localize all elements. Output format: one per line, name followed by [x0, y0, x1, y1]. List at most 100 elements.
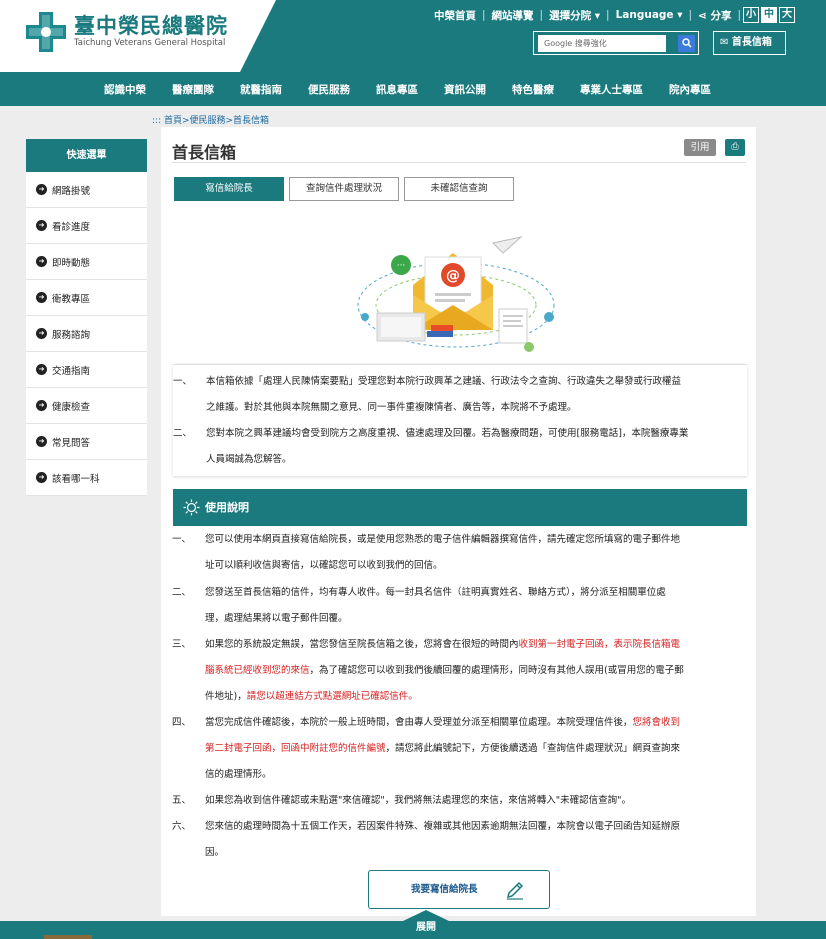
logo-name-zh: 臺中榮民總醫院 — [74, 14, 228, 38]
tab-write-to-director[interactable]: 寫信給院長 — [174, 177, 284, 201]
sidebar-title: 快速選單 — [26, 139, 147, 172]
site-search: Google 搜尋強化 — [533, 31, 699, 55]
tab-query-status[interactable]: 查詢信件處理狀況 — [289, 177, 399, 201]
usage-text: 您可以使用本網頁直接寫信給院長，或是使用您熟悉的電子信件編輯器撰寫信件，請先確定… — [205, 534, 681, 545]
search-button[interactable] — [678, 35, 695, 52]
sidebar-item-clinic-progress[interactable]: ➜ 看診進度 — [26, 208, 147, 244]
usage-text: 因。 — [205, 847, 225, 858]
nav-item[interactable]: 醫療團隊 — [172, 82, 214, 97]
pencil-icon — [506, 881, 524, 900]
usage-highlight: 腦系統已經收到您的來信 — [205, 665, 310, 676]
link-sitemap[interactable]: 網站導覽 — [486, 8, 540, 23]
usage-section-header: 使用說明 — [173, 489, 747, 526]
director-mailbox-button[interactable]: ✉ 首長信箱 — [713, 31, 786, 55]
svg-text:@: @ — [446, 268, 460, 284]
sidebar-item-online-registration[interactable]: ➜ 網路掛號 — [26, 172, 147, 208]
svg-text:···: ··· — [397, 261, 406, 271]
cite-button[interactable]: 引用 — [684, 139, 716, 156]
search-icon — [681, 38, 692, 48]
site-header: 臺中榮民總醫院 Taichung Veterans General Hospit… — [0, 0, 826, 72]
notice-text: 之維護。對於其他與本院無關之意見、同一事件重複陳情者、廣告等，本院將不予處理。 — [206, 402, 577, 413]
select-branch-dropdown[interactable]: 選擇分院 ▾ — [543, 8, 606, 23]
notice-text: 人員竭誠為您解答。 — [206, 454, 292, 465]
sidebar-item-live-status[interactable]: ➜ 即時動態 — [26, 244, 147, 280]
logo-emblem-icon — [26, 12, 66, 52]
usage-text: ，請您將此編號記下，方便後續透過「查詢信件處理狀況」網頁查詢來 — [385, 743, 681, 754]
usage-text: 當您完成信件確認後，本院於一般上班時間，會由專人受理並分派至相關單位處理。本院受… — [205, 717, 633, 728]
usage-number: 三、 — [172, 639, 192, 650]
write-to-director-button[interactable]: 我要寫信給院長 — [368, 870, 550, 909]
share-button[interactable]: ⋖ 分享 — [692, 8, 737, 23]
arrow-circle-icon: ➜ — [36, 364, 47, 375]
logo-name-en: Taichung Veterans General Hospital — [74, 38, 226, 48]
arrow-circle-icon: ➜ — [36, 436, 47, 447]
usage-text: 理，處理結果將以電子郵件回覆。 — [205, 613, 348, 624]
usage-number: 二、 — [172, 587, 192, 598]
font-size-large[interactable]: 大 — [779, 7, 796, 23]
sidebar-item-which-department[interactable]: ➜ 該看哪一科 — [26, 460, 147, 496]
sidebar-item-faq[interactable]: ➜ 常見問答 — [26, 424, 147, 460]
notice-box: 一、 本信箱依據「處理人民陳情案要點」受理您對本院行政興革之建議、行政法令之查詢… — [173, 364, 747, 476]
usage-text: 如果您的系統設定無誤，當您發信至院長信箱之後，您將會在很短的時間內 — [205, 639, 519, 650]
arrow-circle-icon: ➜ — [36, 220, 47, 231]
arrow-circle-icon: ➜ — [36, 292, 47, 303]
print-button[interactable]: ⎙ — [725, 139, 745, 156]
usage-highlight: 第二封電子回函，回函中附註您的信件編號 — [205, 743, 386, 754]
mail-illustration: @ ··· — [357, 236, 555, 352]
usage-text: ，為了確認您可以收到我們後續回覆的處理情形，同時沒有其他人誤用(或冒用您的電子郵 — [309, 665, 684, 676]
main-content: 首長信箱 引用 ⎙ 寫信給院長 查詢信件處理狀況 未確認信查詢 @ ··· 一、… — [161, 127, 756, 916]
nav-item[interactable]: 資訊公開 — [444, 82, 486, 97]
sidebar-item-health-education[interactable]: ➜ 衛教專區 — [26, 280, 147, 316]
hospital-logo[interactable]: 臺中榮民總醫院 Taichung Veterans General Hospit… — [26, 12, 228, 52]
nav-item[interactable]: 就醫指南 — [240, 82, 282, 97]
top-links: 中榮首頁 | 網站導覽 | 選擇分院 ▾ | Language ▾ | ⋖ 分享… — [428, 7, 796, 23]
notice-number: 一、 — [173, 376, 193, 387]
nav-item[interactable]: 專業人士專區 — [580, 82, 643, 97]
usage-text: 信的處理情形。 — [205, 769, 272, 780]
expand-label: 展開 — [416, 922, 436, 933]
notice-text: 本信箱依據「處理人民陳情案要點」受理您對本院行政興革之建議、行政法令之查詢、行政… — [206, 376, 682, 387]
notice-text: 您對本院之興革建議均會受到院方之高度重視、儘速處理及回覆。若為醫療問題，可使用[… — [206, 428, 689, 439]
sidebar-item-transportation[interactable]: ➜ 交通指南 — [26, 352, 147, 388]
arrow-circle-icon: ➜ — [36, 472, 47, 483]
page-title: 首長信箱 — [172, 143, 237, 162]
usage-number: 六、 — [172, 821, 192, 832]
tab-unconfirmed-query[interactable]: 未確認信查詢 — [404, 177, 514, 201]
usage-text: 件地址)， — [205, 691, 247, 702]
usage-text: 您發送至首長信箱的信件，均有專人收件。每一封具名信件（註明真實姓名、聯絡方式），… — [205, 587, 666, 598]
search-input[interactable]: Google 搜尋強化 — [538, 35, 666, 52]
font-size-medium[interactable]: 中 — [761, 7, 778, 23]
arrow-circle-icon: ➜ — [36, 400, 47, 411]
usage-highlight: 請您以超連結方式點選網址已確認信件。 — [246, 691, 418, 702]
breadcrumb[interactable]: ::: 首頁>便民服務>首長信箱 — [152, 113, 269, 126]
nav-item[interactable]: 便民服務 — [308, 82, 350, 97]
arrow-circle-icon: ➜ — [36, 184, 47, 195]
footer-accent — [44, 935, 92, 939]
arrow-circle-icon: ➜ — [36, 256, 47, 267]
usage-number: 一、 — [172, 534, 192, 545]
usage-highlight: 收到第一封電子回函，表示院長信箱電 — [518, 639, 681, 650]
notice-number: 二、 — [173, 428, 193, 439]
language-dropdown[interactable]: Language ▾ — [610, 9, 689, 21]
usage-text: 如果您為收到信件確認或未點選"來信確認"，我們將無法處理您的來信，來信將轉入"未… — [205, 795, 631, 806]
usage-title: 使用說明 — [205, 501, 249, 514]
nav-item[interactable]: 院內專區 — [669, 82, 711, 97]
usage-number: 五、 — [172, 795, 192, 806]
sidebar-item-service-inquiry[interactable]: ➜ 服務諮詢 — [26, 316, 147, 352]
quick-menu-sidebar: 快速選單 ➜ 網路掛號 ➜ 看診進度 ➜ 即時動態 ➜ 衛教專區 ➜ 服務諮詢 ➜ 交通指南… — [26, 139, 147, 496]
nav-item[interactable]: 訊息專區 — [376, 82, 418, 97]
usage-highlight: 您將會收到 — [632, 717, 681, 728]
usage-text: 址可以順利收信與寄信，以確認您可以收到我們的回信。 — [205, 560, 443, 571]
link-home[interactable]: 中榮首頁 — [428, 8, 482, 23]
share-icon: ⋖ — [698, 9, 707, 22]
sidebar-item-health-checkup[interactable]: ➜ 健康檢查 — [26, 388, 147, 424]
envelope-icon: ✉ — [720, 37, 729, 48]
nav-item[interactable]: 認識中榮 — [104, 82, 146, 97]
usage-number: 四、 — [172, 717, 192, 728]
expand-footer-button[interactable]: 展開 — [403, 910, 449, 939]
nav-item[interactable]: 特色醫療 — [512, 82, 554, 97]
arrow-circle-icon: ➜ — [36, 328, 47, 339]
font-size-small[interactable]: 小 — [743, 7, 760, 23]
sun-gear-icon — [183, 499, 200, 516]
title-divider — [172, 162, 746, 163]
